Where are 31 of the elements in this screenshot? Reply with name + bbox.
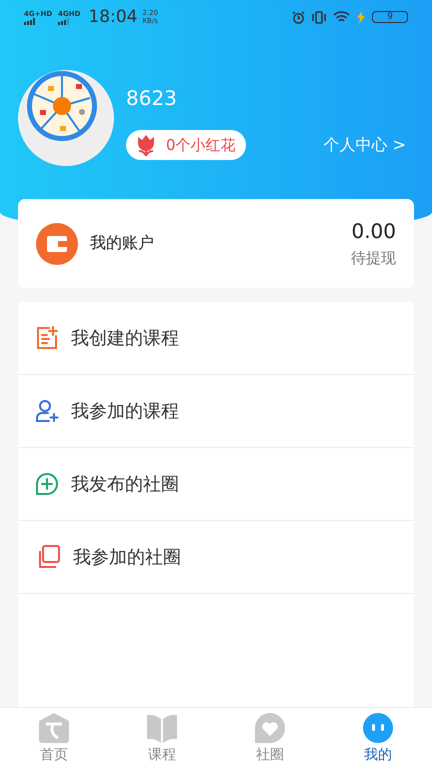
- signal-icon: [58, 18, 70, 24]
- menu-item[interactable]: 我参加的社圈: [18, 521, 414, 594]
- vibrate-icon: [311, 10, 327, 24]
- note-add-icon: [35, 326, 59, 350]
- clock-time: 18:04: [88, 7, 138, 27]
- flower-badge[interactable]: 0个小红花: [126, 130, 246, 160]
- balance-label: 待提现: [351, 249, 396, 268]
- face-icon: [362, 712, 394, 744]
- wallet-icon: [36, 222, 78, 264]
- menu-item[interactable]: 我参加的课程: [18, 375, 414, 448]
- tab[interactable]: 首页: [0, 708, 108, 768]
- chat-add-icon: [35, 472, 59, 496]
- balance-amount: 0.00: [351, 219, 396, 243]
- tab[interactable]: 我的: [324, 708, 432, 768]
- tab[interactable]: 社圈: [216, 708, 324, 768]
- user-add-icon: [35, 399, 59, 423]
- charging-icon: [356, 10, 366, 24]
- account-label: 我的账户: [90, 233, 154, 254]
- menu-item[interactable]: 我创建的课程: [18, 302, 414, 375]
- book-icon: [146, 712, 178, 744]
- signal-icon: [24, 18, 35, 24]
- home-icon: [38, 712, 70, 744]
- tab[interactable]: 课程: [108, 708, 216, 768]
- user-name: 8623: [126, 86, 178, 110]
- menu-item[interactable]: 我发布的社圈: [18, 448, 414, 521]
- wifi-icon: [333, 10, 350, 24]
- alarm-icon: [292, 10, 305, 24]
- battery-level: 9: [372, 11, 408, 23]
- flower-count: 0个小红花: [166, 136, 236, 154]
- heart-icon: [254, 712, 286, 744]
- flower-icon: [136, 134, 156, 156]
